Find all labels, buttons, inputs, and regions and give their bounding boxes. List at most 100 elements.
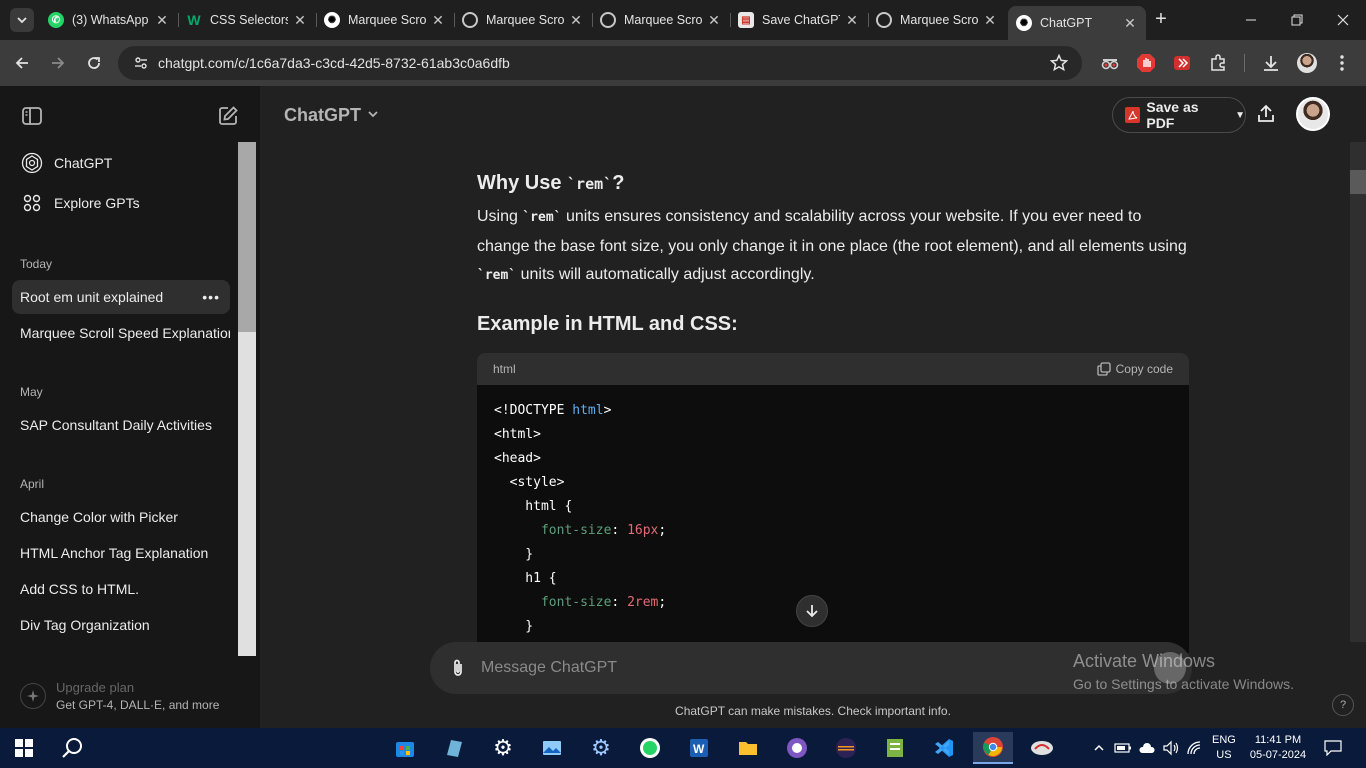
user-avatar[interactable]	[1296, 97, 1330, 131]
new-tab-button[interactable]: +	[1150, 8, 1172, 30]
restore-button[interactable]	[1274, 0, 1320, 40]
chat-history-item[interactable]: Add CSS to HTML.	[12, 572, 230, 606]
forward-button[interactable]	[46, 51, 70, 75]
attach-file-button[interactable]	[446, 656, 470, 680]
browser-tab[interactable]: W CSS Selectors ✕	[178, 6, 316, 34]
taskbar-store-app[interactable]	[385, 732, 425, 764]
save-chatgpt-icon: ▤	[738, 12, 754, 28]
taskbar-github-app[interactable]	[777, 732, 817, 764]
tab-search-button[interactable]	[10, 8, 34, 32]
chat-scrollbar[interactable]	[1350, 142, 1366, 642]
windows-taskbar: ⚙ ⚙ W ENG US 11:41 PM 05-07-2024	[0, 728, 1366, 768]
browser-tab[interactable]: Marquee Scroll ✕	[868, 6, 1006, 34]
close-icon[interactable]: ✕	[154, 12, 170, 28]
browser-tab[interactable]: ▤ Save ChatGPT ✕	[730, 6, 868, 34]
disclaimer-text: ChatGPT can make mistakes. Check importa…	[675, 704, 951, 718]
browser-menu-icon[interactable]	[1331, 52, 1353, 74]
volume-icon[interactable]	[1162, 738, 1180, 758]
browser-tab[interactable]: Marquee Scroll ✕	[454, 6, 592, 34]
upgrade-plan-button[interactable]: Upgrade plan Get GPT-4, DALL·E, and more	[20, 676, 240, 716]
browser-tab[interactable]: Marquee Scroll ✕	[592, 6, 730, 34]
system-clock[interactable]: 11:41 PM 05-07-2024	[1248, 733, 1308, 763]
profile-avatar[interactable]	[1296, 52, 1318, 74]
taskbar-vscode-app[interactable]	[924, 732, 964, 764]
taskbar-file-explorer[interactable]	[728, 732, 768, 764]
browser-tab-active[interactable]: ✺ ChatGPT ✕	[1008, 6, 1146, 40]
vscode-icon	[935, 739, 953, 757]
close-icon[interactable]: ✕	[1122, 15, 1138, 31]
model-selector[interactable]: ChatGPT	[284, 105, 379, 126]
close-icon[interactable]: ✕	[706, 12, 722, 28]
address-bar[interactable]: chatgpt.com/c/1c6a7da3-c3cd-42d5-8732-61…	[118, 46, 1082, 80]
chat-scrollbar-thumb[interactable]	[1350, 170, 1366, 194]
onedrive-icon[interactable]	[1138, 738, 1156, 758]
incognito-extension-icon[interactable]	[1099, 52, 1121, 74]
taskbar-settings-app[interactable]: ⚙	[483, 732, 523, 764]
taskbar-eclipse-app[interactable]	[826, 732, 866, 764]
close-icon[interactable]: ✕	[430, 12, 446, 28]
extensions-puzzle-icon[interactable]	[1207, 52, 1229, 74]
taskbar-whatsapp-app[interactable]	[630, 732, 670, 764]
chat-history-item[interactable]: Div Tag Organization	[12, 608, 230, 642]
more-options-icon[interactable]: •••	[202, 280, 220, 314]
new-chat-button[interactable]	[216, 104, 240, 128]
gear-icon: ⚙	[493, 735, 513, 760]
chat-history-item[interactable]: Root em unit explained •••	[12, 280, 230, 314]
chat-history-item[interactable]: HTML Anchor Tag Explanation	[12, 536, 230, 570]
site-info-icon[interactable]	[126, 55, 156, 71]
model-name: ChatGPT	[284, 105, 362, 125]
video-extension-icon[interactable]	[1171, 52, 1193, 74]
start-button[interactable]	[4, 732, 44, 764]
search-button[interactable]	[52, 732, 92, 764]
taskbar-photos-app[interactable]	[532, 732, 572, 764]
scroll-to-bottom-button[interactable]	[796, 595, 828, 627]
close-icon[interactable]: ✕	[982, 12, 998, 28]
taskbar-word-app[interactable]: W	[679, 732, 719, 764]
close-icon[interactable]: ✕	[292, 12, 308, 28]
sidebar-scrollbar-thumb[interactable]	[238, 142, 256, 332]
gear-icon: ⚙	[591, 735, 611, 760]
eclipse-icon	[836, 738, 856, 758]
sidebar-item-chatgpt[interactable]: ChatGPT	[12, 146, 230, 180]
chat-history-item[interactable]: SAP Consultant Daily Activities	[12, 408, 230, 442]
close-window-button[interactable]	[1320, 0, 1366, 40]
sidebar-item-explore-gpts[interactable]: Explore GPTs	[12, 186, 230, 220]
language-indicator[interactable]: ENG US	[1212, 733, 1236, 763]
wifi-icon[interactable]	[1186, 738, 1204, 758]
code-line: font-size: 2rem;	[494, 595, 667, 610]
code-content[interactable]: <!DOCTYPE html> <html> <head> <style> html…	[477, 385, 1189, 653]
url-text[interactable]: chatgpt.com/c/1c6a7da3-c3cd-42d5-8732-61…	[158, 55, 510, 71]
bookmark-star-icon[interactable]	[1049, 53, 1069, 77]
help-button[interactable]: ?	[1332, 694, 1354, 716]
download-icon[interactable]	[1260, 52, 1282, 74]
share-button[interactable]	[1254, 102, 1278, 126]
tab-title: Marquee Scroll	[348, 13, 426, 27]
save-as-pdf-button[interactable]: Save as PDF ▼	[1112, 97, 1246, 133]
taskbar-app[interactable]	[434, 732, 474, 764]
minimize-button[interactable]	[1228, 0, 1274, 40]
chat-history-item[interactable]: Change Color with Picker	[12, 500, 230, 534]
store-icon	[396, 742, 414, 757]
back-button[interactable]	[10, 51, 34, 75]
show-hidden-icons-button[interactable]	[1090, 738, 1108, 758]
adblock-extension-icon[interactable]	[1135, 52, 1157, 74]
close-icon[interactable]: ✕	[568, 12, 584, 28]
taskbar-chrome-app[interactable]	[973, 732, 1013, 764]
photos-icon	[543, 741, 561, 755]
taskbar-notepad-app[interactable]	[875, 732, 915, 764]
caret-down-icon[interactable]: ▼	[1235, 110, 1245, 121]
reload-button[interactable]	[82, 51, 106, 75]
battery-icon[interactable]	[1114, 738, 1132, 758]
browser-tab[interactable]: ✺ Marquee Scroll ✕	[316, 6, 454, 34]
taskbar-settings-app-2[interactable]: ⚙	[581, 732, 621, 764]
message-input[interactable]: Message ChatGPT	[481, 659, 617, 677]
close-icon[interactable]: ✕	[844, 12, 860, 28]
chat-history-item[interactable]: Marquee Scroll Speed Explanation	[12, 316, 230, 350]
browser-tab[interactable]: ✆ (3) WhatsApp ✕	[40, 6, 178, 34]
code-block-header: html Copy code	[477, 353, 1189, 385]
restore-icon	[1291, 14, 1303, 26]
notification-center-button[interactable]	[1324, 738, 1342, 758]
copy-code-button[interactable]: Copy code	[1096, 362, 1173, 376]
taskbar-app-red[interactable]	[1022, 732, 1062, 764]
toggle-sidebar-button[interactable]	[20, 104, 44, 128]
